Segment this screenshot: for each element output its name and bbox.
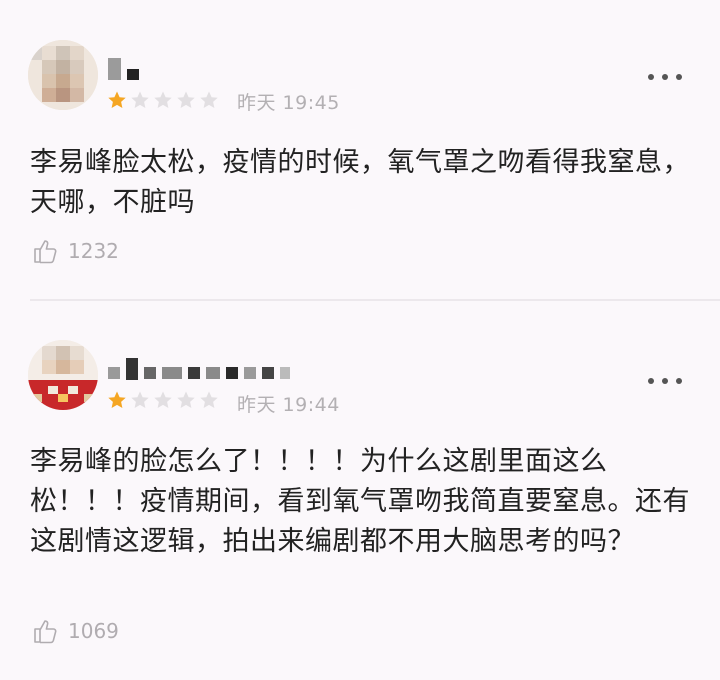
username-text <box>108 358 109 359</box>
star-empty-icon <box>154 391 172 408</box>
star-filled-icon <box>108 91 126 108</box>
comment-item: 昨天 19:44 李易峰的脸怎么了！！！！为什么这剧里面这么松！！！疫情期间，看… <box>0 302 720 680</box>
star-empty-icon <box>131 91 149 108</box>
comment-list: 昨天 19:45 李易峰脸太松，疫情的时候，氧气罩之吻看得我窒息，天哪，不脏吗 … <box>0 0 720 680</box>
star-rating <box>107 390 222 410</box>
comment-text: 李易峰的脸怎么了！！！！为什么这剧里面这么松！！！疫情期间，看到氧气罩吻我简直要… <box>30 446 690 557</box>
comment-text: 李易峰脸太松，疫情的时候，氧气罩之吻看得我窒息，天哪，不脏吗 <box>30 147 690 218</box>
username-redaction <box>127 68 139 80</box>
more-dots-icon[interactable] <box>648 72 682 82</box>
username[interactable] <box>108 358 296 380</box>
star-filled-icon <box>108 391 126 408</box>
like-button[interactable]: 1232 <box>32 238 119 264</box>
like-count: 1232 <box>68 239 119 263</box>
comment-time: 昨天 19:44 <box>237 394 340 416</box>
star-empty-icon <box>131 391 149 408</box>
star-empty-icon <box>154 91 172 108</box>
username-redaction <box>226 367 238 379</box>
star-rating <box>107 90 222 110</box>
username-redaction <box>188 367 200 379</box>
like-count: 1069 <box>68 619 119 643</box>
thumbs-up-icon <box>34 620 57 644</box>
like-button[interactable]: 1069 <box>32 618 119 644</box>
thumbs-up-icon <box>34 240 57 264</box>
star-empty-icon <box>200 91 218 108</box>
avatar[interactable] <box>28 340 98 410</box>
username-redaction <box>280 367 290 379</box>
more-dots-icon[interactable] <box>648 376 682 386</box>
username-redaction <box>126 358 138 380</box>
username-redaction <box>206 367 220 379</box>
username-redaction <box>108 367 120 379</box>
comment-item: 昨天 19:45 李易峰脸太松，疫情的时候，氧气罩之吻看得我窒息，天哪，不脏吗 … <box>0 0 720 300</box>
username-redaction <box>108 58 121 80</box>
star-empty-icon <box>177 391 195 408</box>
avatar[interactable] <box>28 40 98 110</box>
star-empty-icon <box>177 91 195 108</box>
username-redaction <box>244 367 256 379</box>
username-redaction <box>144 367 156 379</box>
username-redaction <box>162 367 182 379</box>
star-empty-icon <box>200 391 218 408</box>
comment-time: 昨天 19:45 <box>237 92 340 114</box>
username-redaction <box>262 367 274 379</box>
divider <box>30 299 720 301</box>
username-text <box>108 58 109 59</box>
username[interactable] <box>108 58 145 80</box>
